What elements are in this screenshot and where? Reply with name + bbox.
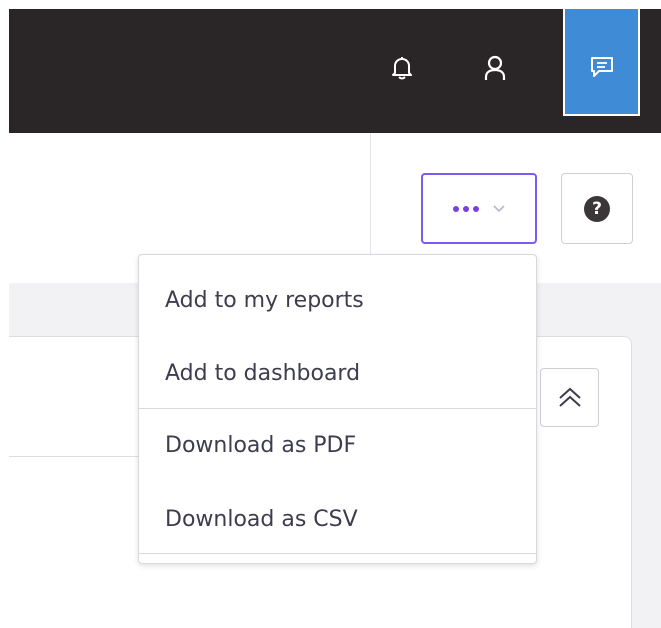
menu-item-add-to-dashboard[interactable]: Add to dashboard [139, 343, 536, 403]
chevron-down-icon [493, 204, 505, 212]
more-options-button[interactable] [421, 173, 537, 244]
chat-icon [590, 56, 613, 77]
double-chevron-up-icon [558, 387, 581, 407]
menu-item-label: Download as PDF [165, 432, 357, 458]
collapse-button[interactable] [540, 368, 599, 427]
menu-item-label: Add to my reports [165, 287, 364, 313]
menu-separator [139, 408, 536, 409]
menu-item-add-to-my-reports[interactable]: Add to my reports [139, 270, 536, 330]
ellipsis-icon [453, 205, 479, 212]
menu-item-label: Download as CSV [165, 506, 358, 532]
menu-item-download-csv[interactable]: Download as CSV [139, 489, 536, 549]
more-options-menu: Add to my reports Add to dashboard Downl… [138, 254, 537, 564]
card-divider [9, 456, 149, 457]
bell-icon[interactable] [387, 53, 417, 83]
chat-button[interactable] [563, 9, 640, 116]
menu-item-download-pdf[interactable]: Download as PDF [139, 415, 536, 475]
vertical-divider [370, 133, 371, 258]
help-button[interactable]: ? [561, 173, 633, 244]
help-icon: ? [584, 195, 610, 222]
menu-item-label: Add to dashboard [165, 360, 361, 386]
menu-separator [139, 553, 536, 554]
top-bar [9, 9, 661, 133]
user-icon[interactable] [480, 53, 510, 83]
